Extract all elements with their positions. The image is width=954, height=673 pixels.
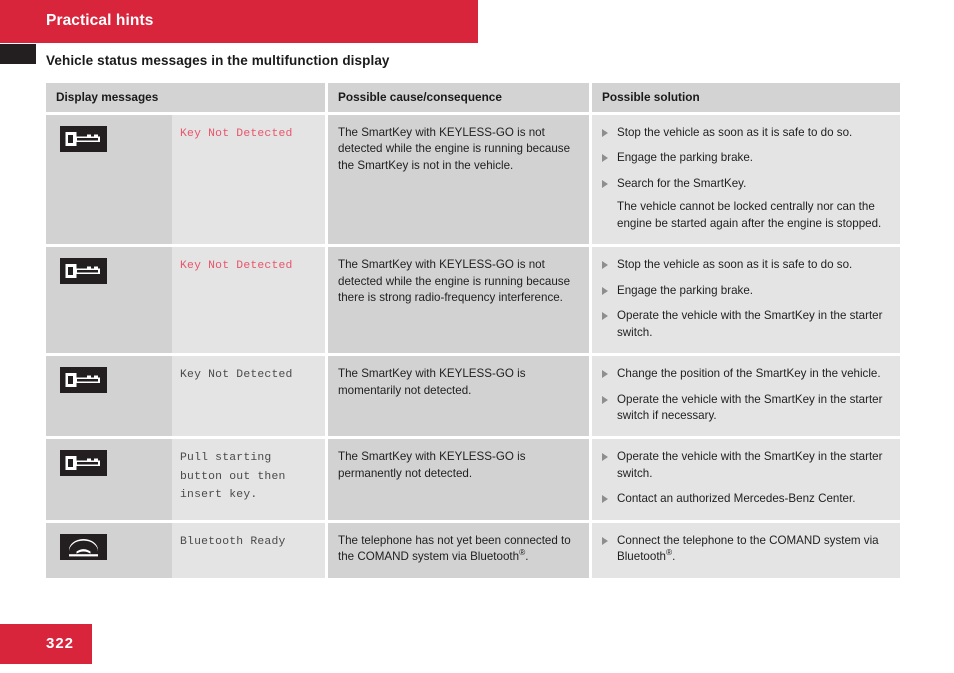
table-row: Key Not Detected The SmartKey with KEYLES… [46, 356, 900, 440]
solution-list: Stop the vehicle as soon as it is safe t… [602, 125, 890, 232]
table-row: Pull starting button out then insert key… [46, 439, 900, 523]
possible-cause-text: The SmartKey with KEYLESS-GO is not dete… [338, 258, 571, 305]
solution-list: Connect the telephone to the COMAND syst… [602, 533, 890, 566]
solution-item: Engage the parking brake. [602, 150, 890, 166]
solution-item: Operate the vehicle with the SmartKey in… [602, 308, 890, 341]
key-icon [60, 258, 107, 285]
cell-possible-cause: The SmartKey with KEYLESS-GO is momentar… [328, 356, 592, 440]
telephone-icon [60, 533, 107, 560]
vehicle-status-messages-table: Display messages Possible cause/conseque… [46, 83, 900, 578]
telephone-icon [60, 533, 107, 560]
triangle-bullet-icon [602, 536, 608, 545]
display-message-text: Key Not Detected [180, 260, 293, 273]
solution-text: Operate the vehicle with the SmartKey in… [617, 450, 883, 480]
cell-display-icon [46, 115, 172, 248]
triangle-bullet-icon [602, 286, 608, 295]
table-row: Key Not Detected The SmartKey with KEYLES… [46, 115, 900, 248]
solution-list: Operate the vehicle with the SmartKey in… [602, 449, 890, 507]
possible-cause-text: The SmartKey with KEYLESS-GO is momentar… [338, 367, 526, 397]
cell-possible-solution: Stop the vehicle as soon as it is safe t… [592, 247, 900, 357]
key-icon [60, 450, 107, 477]
display-message-text: Pull starting button out then insert key… [180, 452, 286, 502]
cell-possible-cause: The SmartKey with KEYLESS-GO is not dete… [328, 247, 592, 357]
possible-cause-text: The SmartKey with KEYLESS-GO is permanen… [338, 450, 526, 480]
triangle-bullet-icon [602, 370, 608, 379]
cell-display-icon [46, 356, 172, 440]
cell-possible-solution: Stop the vehicle as soon as it is safe t… [592, 115, 900, 248]
solution-item: Change the position of the SmartKey in t… [602, 366, 890, 382]
solution-item: Operate the vehicle with the SmartKey in… [602, 449, 890, 482]
key-icon [60, 126, 107, 152]
cell-display-message: Key Not Detected [172, 356, 328, 440]
possible-cause-text: The telephone has not yet been connected… [338, 533, 571, 564]
column-header-possible-cause: Possible cause/consequence [328, 83, 592, 115]
solution-text: Contact an authorized Mercedes-Benz Cent… [617, 492, 856, 506]
display-message-text: Key Not Detected [180, 128, 293, 140]
triangle-bullet-icon [602, 395, 608, 404]
thumb-index-tab [0, 44, 36, 64]
solution-text: Engage the parking brake. [617, 283, 754, 297]
column-header-possible-solution: Possible solution [592, 83, 900, 115]
triangle-bullet-icon [602, 453, 608, 462]
cell-display-icon [46, 522, 172, 578]
cell-possible-solution: Operate the vehicle with the SmartKey in… [592, 439, 900, 523]
cell-possible-cause: The SmartKey with KEYLESS-GO is not dete… [328, 115, 592, 248]
key-icon [60, 367, 107, 394]
solution-text: Change the position of the SmartKey in t… [617, 367, 881, 381]
solution-text: Operate the vehicle with the SmartKey in… [617, 392, 883, 422]
solution-text: Stop the vehicle as soon as it is safe t… [617, 258, 853, 272]
solution-list: Change the position of the SmartKey in t… [602, 366, 890, 424]
solution-note: The vehicle cannot be locked centrally n… [617, 200, 882, 230]
solution-item: Stop the vehicle as soon as it is safe t… [602, 125, 890, 141]
cell-display-icon [46, 439, 172, 523]
key-icon [60, 126, 107, 152]
solution-item: Engage the parking brake. [602, 283, 890, 299]
cell-possible-cause: The telephone has not yet been connected… [328, 522, 592, 578]
triangle-bullet-icon [602, 312, 608, 321]
triangle-bullet-icon [602, 154, 608, 163]
display-message-text: Bluetooth Ready [180, 535, 286, 548]
solution-text: Operate the vehicle with the SmartKey in… [617, 309, 883, 339]
solution-text: Search for the SmartKey. [617, 176, 747, 190]
solution-text: Stop the vehicle as soon as it is safe t… [617, 126, 853, 139]
cell-display-message: Key Not Detected [172, 247, 328, 357]
solution-text: Connect the telephone to the COMAND syst… [617, 533, 879, 564]
section-heading: Vehicle status messages in the multifunc… [46, 53, 390, 68]
table-head: Display messages Possible cause/conseque… [46, 83, 900, 115]
cell-possible-solution: Connect the telephone to the COMAND syst… [592, 522, 900, 578]
triangle-bullet-icon [602, 179, 608, 188]
triangle-bullet-icon [602, 261, 608, 270]
cell-display-icon [46, 247, 172, 357]
table-row: Key Not Detected The SmartKey with KEYLES… [46, 247, 900, 357]
table-body: Key Not Detected The SmartKey with KEYLES… [46, 115, 900, 578]
cell-possible-cause: The SmartKey with KEYLESS-GO is permanen… [328, 439, 592, 523]
solution-item: Operate the vehicle with the SmartKey in… [602, 392, 890, 425]
cell-display-message: Key Not Detected [172, 115, 328, 248]
solution-item: Connect the telephone to the COMAND syst… [602, 533, 890, 566]
key-icon [60, 450, 107, 477]
solution-item: Stop the vehicle as soon as it is safe t… [602, 257, 890, 273]
key-icon [60, 258, 107, 285]
table-header-row: Display messages Possible cause/conseque… [46, 83, 900, 115]
solution-list: Stop the vehicle as soon as it is safe t… [602, 257, 890, 341]
solution-text: Engage the parking brake. [617, 151, 754, 165]
solution-item: Contact an authorized Mercedes-Benz Cent… [602, 491, 890, 507]
cell-possible-solution: Change the position of the SmartKey in t… [592, 356, 900, 440]
cell-display-message: Bluetooth Ready [172, 522, 328, 578]
triangle-bullet-icon [602, 495, 608, 504]
possible-cause-text: The SmartKey with KEYLESS-GO is not dete… [338, 126, 571, 172]
key-icon [60, 367, 107, 394]
display-message-text: Key Not Detected [180, 369, 293, 382]
solution-item: Search for the SmartKey. The vehicle cann… [602, 176, 890, 232]
triangle-bullet-icon [602, 129, 608, 137]
column-header-display-messages: Display messages [46, 83, 328, 115]
table-row: Bluetooth Ready The telephone has not yet… [46, 522, 900, 578]
cell-display-message: Pull starting button out then insert key… [172, 439, 328, 523]
page-number: 322 [46, 635, 75, 652]
chapter-title: Practical hints [46, 12, 154, 29]
